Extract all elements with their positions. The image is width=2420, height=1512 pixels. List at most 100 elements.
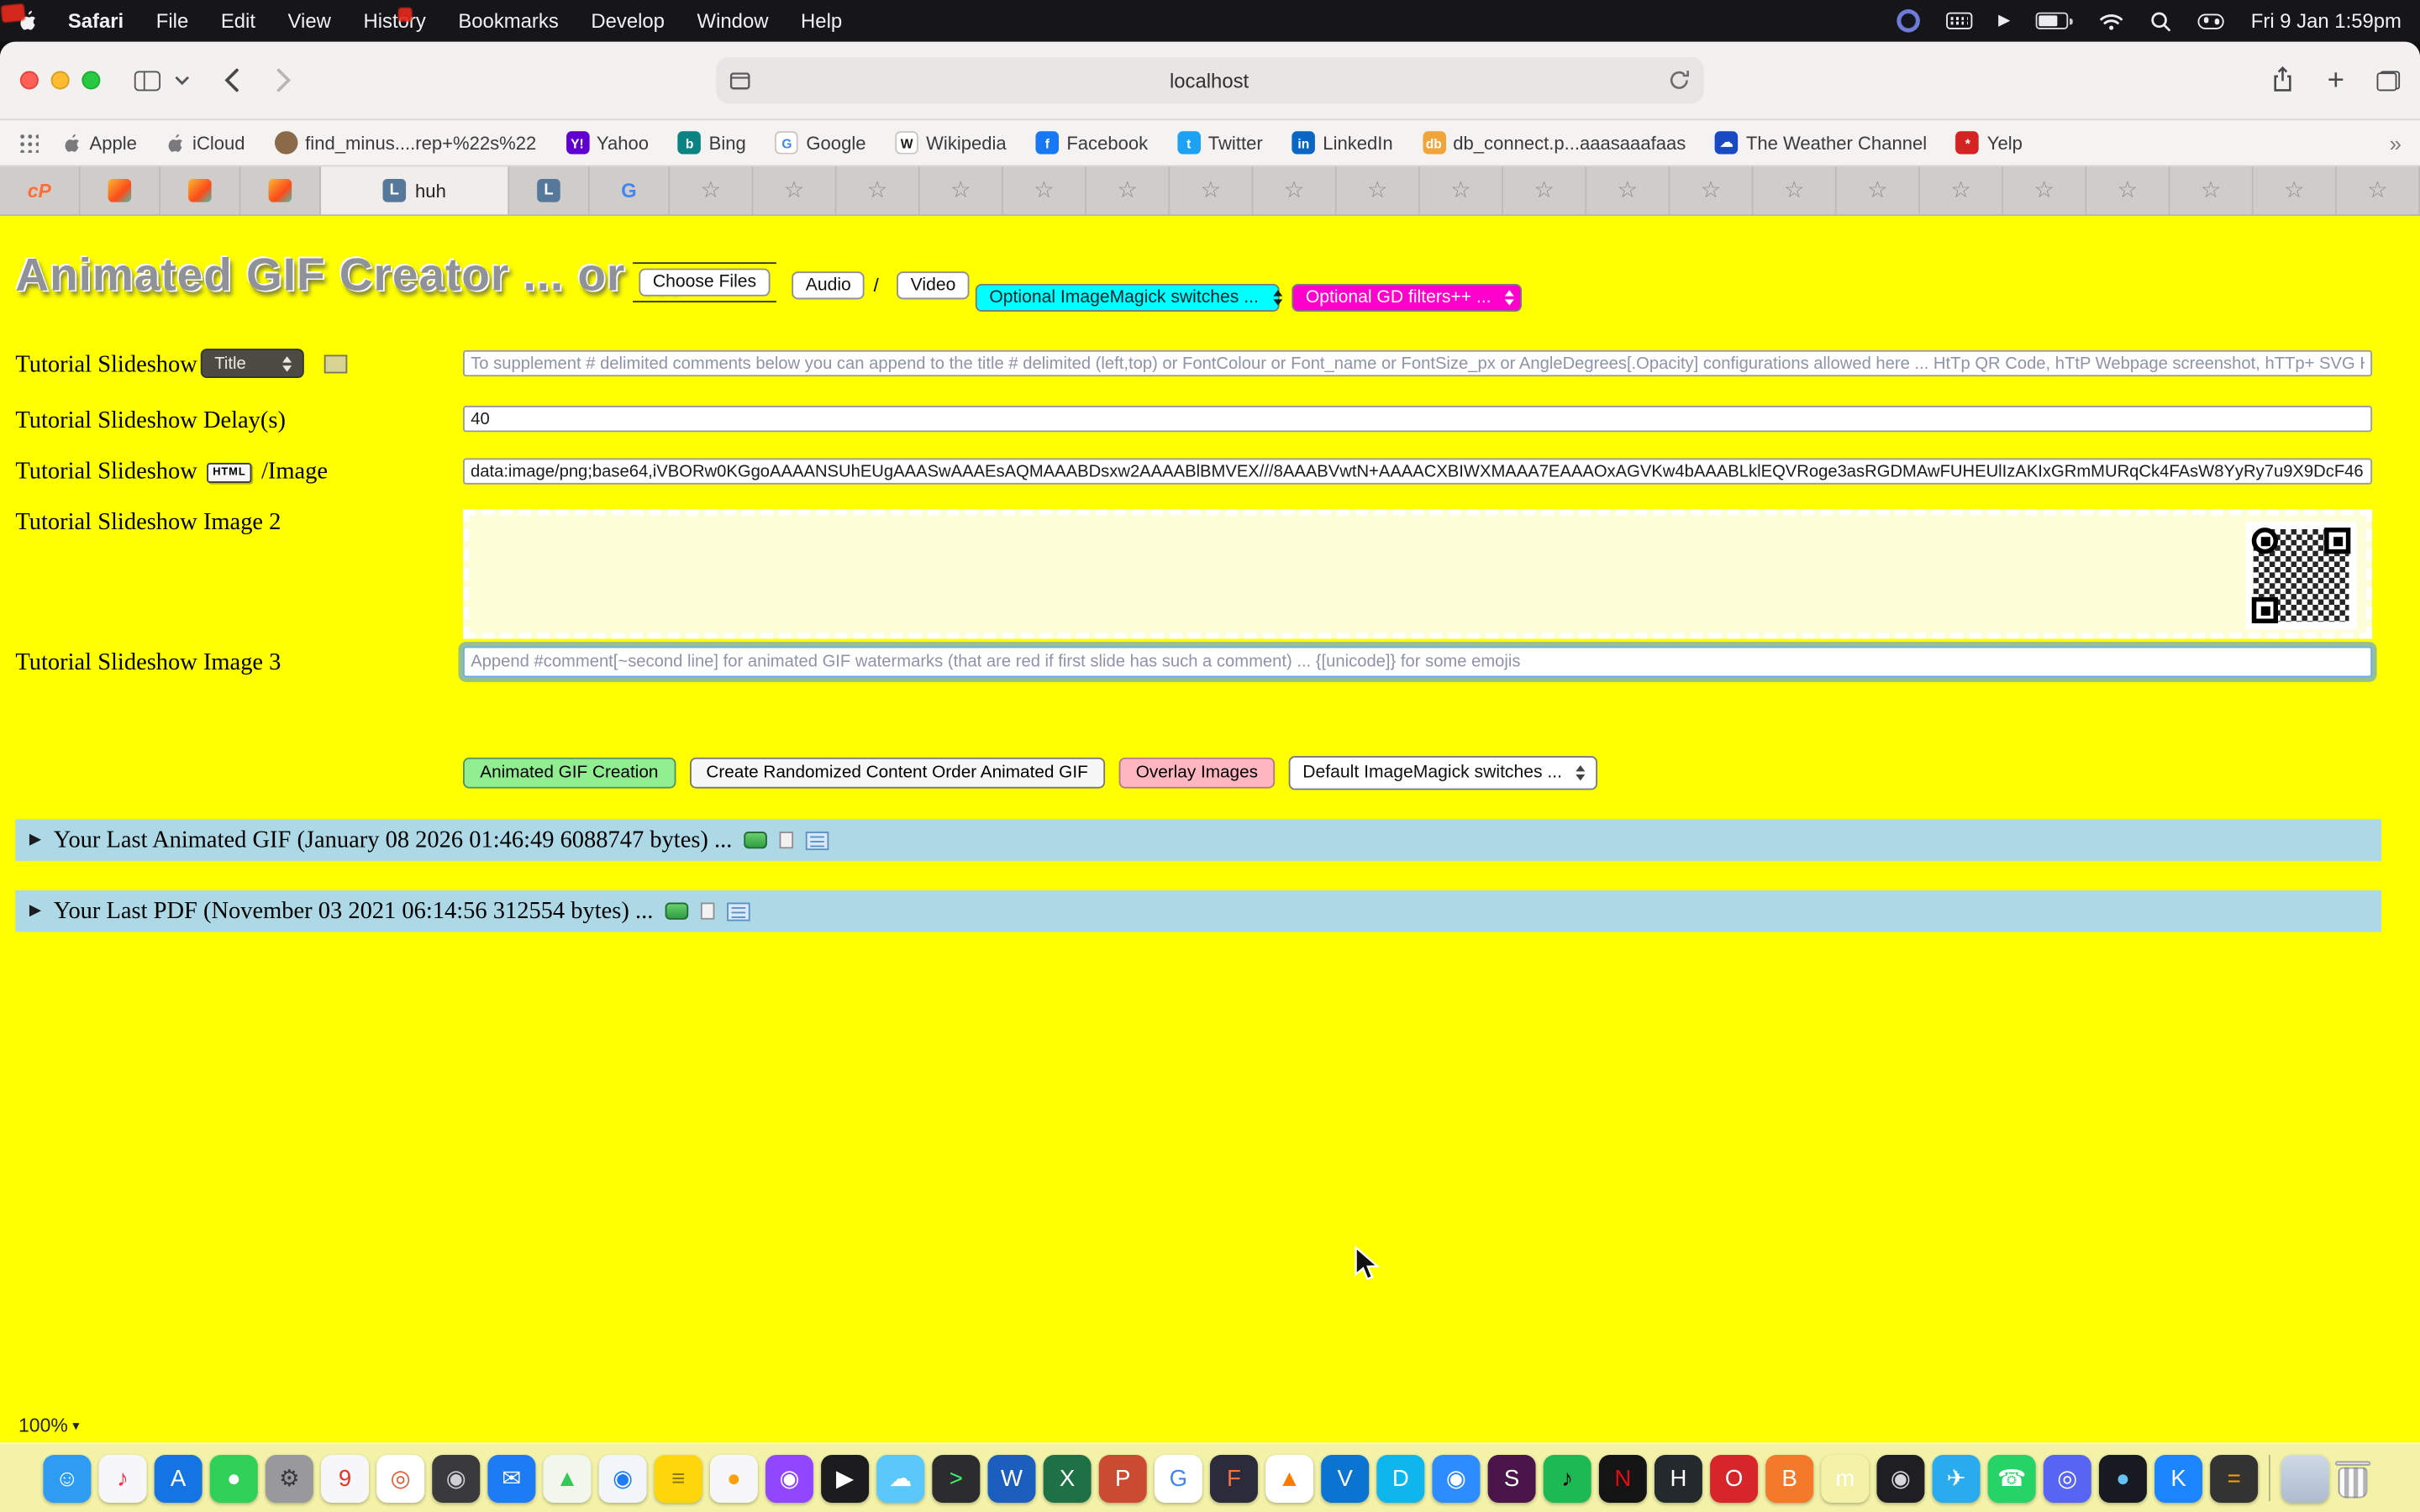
image2-drop-area[interactable] bbox=[463, 509, 2372, 638]
dock-app-calculator[interactable]: = bbox=[2210, 1454, 2258, 1502]
menu-bookmarks[interactable]: Bookmarks bbox=[458, 9, 558, 33]
bookmark-facebook[interactable]: fFacebook bbox=[1036, 131, 1149, 155]
gif-icon[interactable] bbox=[744, 832, 768, 848]
minimize-window-button[interactable] bbox=[51, 71, 70, 89]
favorites-grid-icon[interactable] bbox=[18, 133, 39, 153]
dock-app-vscode[interactable]: V bbox=[1321, 1454, 1369, 1502]
dock-app-firefox[interactable]: F bbox=[1210, 1454, 1258, 1502]
tab-star[interactable]: ☆ bbox=[1253, 166, 1336, 214]
dock-app-safari[interactable]: ◉ bbox=[599, 1454, 647, 1502]
tab-star[interactable]: ☆ bbox=[1837, 166, 1920, 214]
dock-app-reminders[interactable]: ● bbox=[710, 1454, 758, 1502]
dock-app-github[interactable]: H bbox=[1655, 1454, 1702, 1502]
dock-app-netflix[interactable]: N bbox=[1599, 1454, 1647, 1502]
dock-app-zoom[interactable]: ◉ bbox=[1432, 1454, 1480, 1502]
randomized-gif-button[interactable]: Create Randomized Content Order Animated… bbox=[689, 758, 1105, 789]
extension-badge-icon[interactable] bbox=[1897, 9, 1920, 33]
tab-star[interactable]: ☆ bbox=[1670, 166, 1753, 214]
wifi-icon[interactable] bbox=[2100, 12, 2124, 30]
tab-overview-icon[interactable] bbox=[2377, 71, 2401, 91]
dock-app-system-settings[interactable]: ⚙ bbox=[266, 1454, 313, 1502]
gif-icon[interactable] bbox=[666, 902, 689, 919]
menu-window[interactable]: Window bbox=[697, 9, 769, 33]
tab-pinned-img[interactable] bbox=[81, 166, 161, 214]
audio-button[interactable]: Audio bbox=[792, 271, 865, 299]
dock-app-word[interactable]: W bbox=[988, 1454, 1036, 1502]
dock-app-camera[interactable]: ◉ bbox=[432, 1454, 480, 1502]
last-animated-gif-section[interactable]: ▶ Your Last Animated GIF (January 08 202… bbox=[15, 819, 2381, 861]
tab-star[interactable]: ☆ bbox=[1337, 166, 1420, 214]
default-imagemagick-select[interactable]: Default ImageMagick switches ... bbox=[1289, 756, 1598, 790]
zoom-indicator[interactable]: 100% ▾ bbox=[18, 1415, 80, 1436]
tab-favicon-g[interactable]: G bbox=[590, 166, 671, 214]
bookmark-yelp[interactable]: *Yelp bbox=[1956, 131, 2023, 155]
bookmarks-overflow-chevron[interactable]: » bbox=[2374, 130, 2402, 155]
dock-app-obs[interactable]: ◉ bbox=[1876, 1454, 1924, 1502]
last-pdf-section[interactable]: ▶ Your Last PDF (November 03 2021 06:14:… bbox=[15, 890, 2381, 932]
bookmark-wikipedia[interactable]: WWikipedia bbox=[895, 131, 1006, 155]
dock-app-powerpoint[interactable]: P bbox=[1099, 1454, 1147, 1502]
dock-app-slack[interactable]: S bbox=[1488, 1454, 1536, 1502]
tab-star[interactable]: ☆ bbox=[1086, 166, 1170, 214]
tab-pinned[interactable]: cP bbox=[0, 166, 81, 214]
address-bar[interactable]: localhost bbox=[716, 57, 1704, 103]
dock-app-calendar[interactable]: 9 bbox=[321, 1454, 369, 1502]
bookmark-google[interactable]: GGoogle bbox=[776, 131, 866, 155]
bookmark-icloud[interactable]: iCloud bbox=[166, 132, 245, 154]
bookmark-linkedin[interactable]: inLinkedIn bbox=[1292, 131, 1393, 155]
overlay-images-button[interactable]: Overlay Images bbox=[1119, 758, 1276, 789]
bookmark-the-weather-channel[interactable]: ☁The Weather Channel bbox=[1715, 131, 1927, 155]
trash-icon[interactable] bbox=[2329, 1454, 2377, 1502]
video-button[interactable]: Video bbox=[897, 271, 970, 299]
tab-star[interactable]: ☆ bbox=[920, 166, 1003, 214]
share-icon[interactable] bbox=[2270, 66, 2295, 94]
tab-star[interactable]: ☆ bbox=[1003, 166, 1086, 214]
tab-star[interactable]: ☆ bbox=[1420, 166, 1503, 214]
dock-app-terminal[interactable]: > bbox=[932, 1454, 980, 1502]
dock-app-telegram[interactable]: ✈ bbox=[1933, 1454, 1981, 1502]
bookmark-db-connect-p-aaasaaafaas[interactable]: dbdb_connect.p...aaasaaafaas bbox=[1423, 131, 1686, 155]
menu-clock[interactable]: Fri 9 Jan 1:59pm bbox=[2251, 9, 2402, 33]
tab-star[interactable]: ☆ bbox=[2086, 166, 2170, 214]
imagemagick-switches-select[interactable]: Optional ImageMagick switches ... bbox=[976, 284, 1280, 312]
dock-app-whatsapp[interactable]: ☎ bbox=[1988, 1454, 2036, 1502]
tab-pinned-img[interactable] bbox=[160, 166, 241, 214]
bookmark-bing[interactable]: bBing bbox=[678, 131, 746, 155]
title-config-input[interactable] bbox=[463, 350, 2372, 376]
dock-app-notes[interactable]: ≡ bbox=[655, 1454, 702, 1502]
animated-gif-creation-button[interactable]: Animated GIF Creation bbox=[463, 758, 676, 789]
back-button-icon[interactable] bbox=[224, 68, 239, 92]
menu-view[interactable]: View bbox=[288, 9, 331, 33]
dock-app-music[interactable]: ♪ bbox=[99, 1454, 147, 1502]
title-select[interactable]: Title bbox=[201, 349, 304, 378]
dock-app-keynote[interactable]: K bbox=[2154, 1454, 2202, 1502]
dock-app-app-store[interactable]: A bbox=[155, 1454, 203, 1502]
edit-icon[interactable] bbox=[727, 902, 750, 921]
tab-star[interactable]: ☆ bbox=[2254, 166, 2337, 214]
dock-app-tv[interactable]: ▶ bbox=[821, 1454, 869, 1502]
menu-help[interactable]: Help bbox=[801, 9, 842, 33]
dock-app-steam[interactable]: ● bbox=[2099, 1454, 2147, 1502]
dock-app-chrome[interactable]: G bbox=[1155, 1454, 1202, 1502]
page-icon[interactable] bbox=[730, 71, 750, 88]
disclosure-triangle-icon[interactable]: ▶ bbox=[29, 902, 41, 919]
dock-app-photos[interactable]: ◎ bbox=[376, 1454, 424, 1502]
close-window-button[interactable] bbox=[20, 71, 39, 89]
tab-star[interactable]: ☆ bbox=[753, 166, 836, 214]
downloads-folder-icon[interactable] bbox=[2281, 1454, 2329, 1502]
tab-pinned-img[interactable] bbox=[241, 166, 322, 214]
bookmark-apple[interactable]: Apple bbox=[63, 132, 137, 154]
tab-star[interactable]: ☆ bbox=[670, 166, 753, 214]
bookmark-yahoo[interactable]: Y!Yahoo bbox=[566, 131, 649, 155]
tab-star[interactable]: ☆ bbox=[1586, 166, 1670, 214]
menu-file[interactable]: File bbox=[156, 9, 188, 33]
dock-app-blender[interactable]: B bbox=[1765, 1454, 1813, 1502]
dock-app-finder[interactable]: ☺ bbox=[43, 1454, 91, 1502]
delay-input[interactable] bbox=[463, 406, 2372, 432]
dock-app-gimp[interactable]: m bbox=[1821, 1454, 1869, 1502]
dock-app-vlc[interactable]: ▲ bbox=[1265, 1454, 1313, 1502]
keyboard-input-icon[interactable] bbox=[1946, 13, 1972, 29]
doc-icon[interactable] bbox=[780, 832, 794, 848]
now-playing-icon[interactable]: ▶ bbox=[1998, 13, 2010, 29]
tab-group-chevron-icon[interactable] bbox=[175, 75, 190, 86]
